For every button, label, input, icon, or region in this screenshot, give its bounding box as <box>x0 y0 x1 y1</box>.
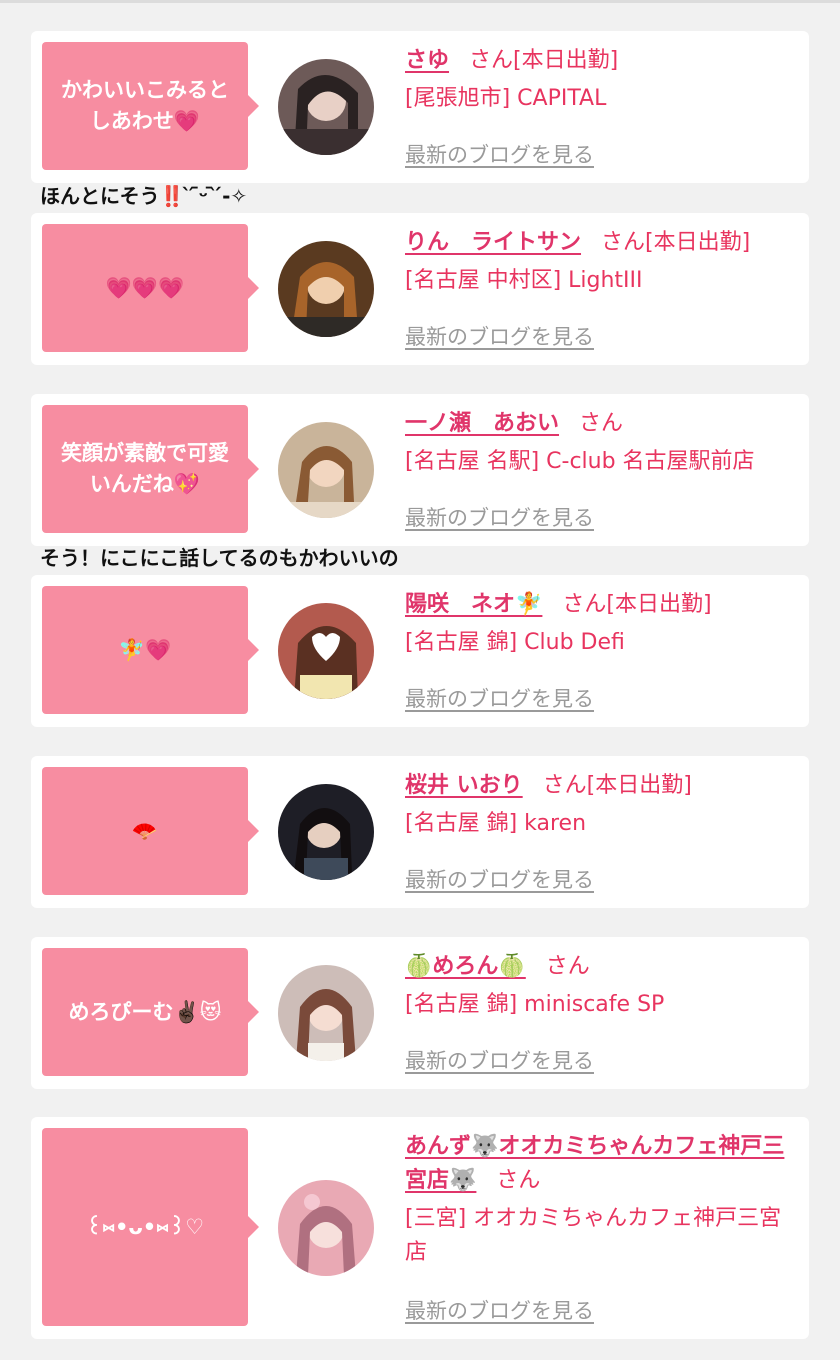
girl-name-link[interactable]: 🍈めろん🍈 <box>405 954 526 979</box>
girl-name-link[interactable]: 桜井 いおり <box>405 773 523 798</box>
latest-blog-link[interactable]: 最新のブログを見る <box>405 1295 594 1325</box>
avatar[interactable] <box>278 965 374 1061</box>
girl-info: 🍈めろん🍈 さん [名古屋 錦] miniscafe SP <box>405 950 801 1022</box>
girl-name-link[interactable]: りん ライトサン <box>405 230 581 255</box>
latest-blog-link[interactable]: 最新のブログを見る <box>405 683 594 713</box>
girl-info: 陽咲 ネオ🧚 さん[本日出勤] [名古屋 錦] Club Defi <box>405 588 801 660</box>
latest-blog-link[interactable]: 最新のブログを見る <box>405 864 594 894</box>
shop-name: [名古屋 錦] karen <box>405 811 587 836</box>
shop-name: [名古屋 錦] miniscafe SP <box>405 992 665 1017</box>
girl-name-link[interactable]: さゆ <box>405 48 449 73</box>
girl-info: 桜井 いおり さん[本日出勤] [名古屋 錦] karen <box>405 769 801 841</box>
latest-blog-link[interactable]: 最新のブログを見る <box>405 139 594 169</box>
girl-status: さん[本日出勤] <box>469 48 619 73</box>
girl-info: さゆ さん[本日出勤] [尾張旭市] CAPITAL <box>405 44 801 116</box>
reply-comment: そう！にこにこ話してるのもかわいいの <box>40 546 399 570</box>
shop-name: [尾張旭市] CAPITAL <box>405 86 607 111</box>
comment-bubble: 🪭 <box>42 767 259 895</box>
latest-blog-link[interactable]: 最新のブログを見る <box>405 502 594 532</box>
girl-name-link[interactable]: 陽咲 ネオ🧚 <box>405 592 542 617</box>
girl-status: さん[本日出勤] <box>601 230 751 255</box>
girl-info: りん ライトサン さん[本日出勤] [名古屋 中村区] LightIII <box>405 226 801 298</box>
comment-bubble: 笑顔が素敵で可愛いんだね💖 <box>42 405 259 533</box>
girl-info: あんず🐺オオカミちゃんカフェ神戸三宮店🐺 さん [三宮] オオカミちゃんカフェ神戸… <box>405 1130 801 1270</box>
girl-name-link[interactable]: あんず🐺オオカミちゃんカフェ神戸三宮店🐺 <box>405 1134 784 1193</box>
avatar[interactable] <box>278 422 374 518</box>
girl-status: さん <box>496 1168 541 1193</box>
girl-info: 一ノ瀬 あおい さん [名古屋 名駅] C-club 名古屋駅前店 <box>405 407 801 479</box>
girl-status: さん[本日出勤] <box>562 592 712 617</box>
comment-bubble: めろぴーむ✌🏿😻 <box>42 948 259 1076</box>
comment-bubble: 🧚💗 <box>42 586 259 714</box>
shop-name: [名古屋 名駅] C-club 名古屋駅前店 <box>405 449 755 474</box>
comment-bubble: ꒰⑅•ᴗ•⑅꒱♡ <box>42 1128 259 1326</box>
girl-status: さん[本日出勤] <box>542 773 692 798</box>
comment-bubble: かわいいこみるとしあわせ💗 <box>42 42 259 170</box>
avatar[interactable] <box>278 603 374 699</box>
girl-status: さん <box>545 954 590 979</box>
girl-card: 💗💗💗 りん ライトサン さん[本日出勤] [名古屋 中村区] LightIII … <box>31 213 809 365</box>
girl-card: かわいいこみるとしあわせ💗 さゆ さん[本日出勤] [尾張旭市] CAPITAL … <box>31 31 809 183</box>
girl-status: さん <box>579 411 624 436</box>
girl-name-link[interactable]: 一ノ瀬 あおい <box>405 411 559 436</box>
avatar[interactable] <box>278 784 374 880</box>
avatar[interactable] <box>278 59 374 155</box>
shop-name: [名古屋 錦] Club Defi <box>405 630 625 655</box>
girl-card: ꒰⑅•ᴗ•⑅꒱♡ あんず🐺オオカミちゃんカフェ神戸三宮店🐺 さん [三宮] オオカ… <box>31 1117 809 1339</box>
avatar[interactable] <box>278 1180 374 1276</box>
girl-card: めろぴーむ✌🏿😻 🍈めろん🍈 さん [名古屋 錦] miniscafe SP 最新… <box>31 937 809 1089</box>
girl-card: 笑顔が素敵で可愛いんだね💖 一ノ瀬 あおい さん [名古屋 名駅] C-club … <box>31 394 809 546</box>
latest-blog-link[interactable]: 最新のブログを見る <box>405 1045 594 1075</box>
shop-name: [名古屋 中村区] LightIII <box>405 268 643 293</box>
avatar[interactable] <box>278 241 374 337</box>
girl-card: 🪭 桜井 いおり さん[本日出勤] [名古屋 錦] karen 最新のブログを見る <box>31 756 809 908</box>
reply-comment: ほんとにそう‼️ ̀ ᷇ᵕ ᷆ ́-✧ <box>40 184 248 208</box>
shop-name: [三宮] オオカミちゃんカフェ神戸三宮店 <box>405 1206 782 1265</box>
girl-card: 🧚💗 陽咲 ネオ🧚 さん[本日出勤] [名古屋 錦] Club Defi 最新のブ… <box>31 575 809 727</box>
latest-blog-link[interactable]: 最新のブログを見る <box>405 321 594 351</box>
comment-bubble: 💗💗💗 <box>42 224 259 352</box>
